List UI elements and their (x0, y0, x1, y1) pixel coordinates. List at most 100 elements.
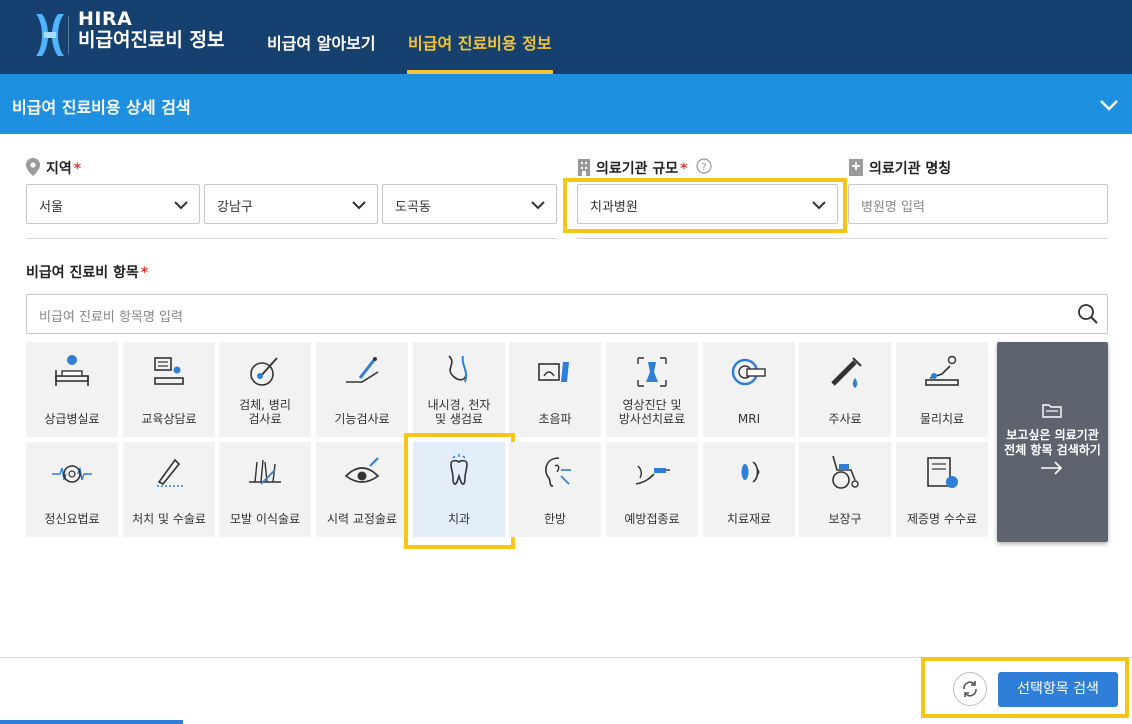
hair-transplant-icon (249, 459, 281, 485)
item-tile-mri[interactable]: MRI (703, 342, 795, 437)
scale-label-text: 의료기관 규모 (596, 161, 679, 177)
item-tile-surgery[interactable]: 처치 및 수술료 (123, 442, 215, 537)
region-dong-value: 도곡동 (395, 200, 431, 215)
item-label: 한방 (543, 512, 567, 526)
building-icon (578, 159, 590, 176)
item-search-placeholder: 비급여 진료비 항목명 입력 (39, 310, 183, 325)
help-icon[interactable]: ? (696, 158, 712, 174)
institution-name-input[interactable]: 병원명 입력 (848, 184, 1108, 224)
consultation-icon (154, 357, 184, 385)
top-header: HIRA 비급여진료비 정보 비급여 알아보기 비급여 진료비용 정보 (0, 0, 1132, 74)
arrow-right-icon (1041, 461, 1063, 475)
region-district-value: 강남구 (217, 200, 253, 215)
item-label: 보장구 (828, 512, 862, 526)
region-district-select[interactable]: 강남구 (204, 184, 378, 224)
item-label: 예방접종료 (624, 512, 680, 526)
item-tile-vaccine[interactable]: 예방접종료 (606, 442, 698, 537)
lens-material-icon (741, 461, 760, 483)
item-label: 내시경, 천자 및 생검료 (427, 398, 491, 426)
mri-icon (731, 358, 766, 386)
required-mark: * (680, 161, 688, 177)
item-label: 검체, 병리 검사료 (239, 398, 291, 426)
items-label-text: 비급여 진료비 항목 (26, 265, 139, 281)
brain-wave-icon (52, 465, 92, 483)
folder-icon (1042, 404, 1062, 418)
chevron-down-icon (352, 201, 366, 210)
chevron-down-icon (174, 201, 188, 210)
physiotherapy-icon (925, 355, 959, 386)
search-selected-button[interactable]: 선택항목 검색 (998, 672, 1118, 707)
item-label: 모발 이식술료 (229, 512, 301, 526)
eye-icon (344, 457, 380, 483)
endoscopy-icon (448, 355, 468, 383)
item-tile-certificate[interactable]: 제증명 수수료 (896, 442, 988, 537)
chevron-down-icon[interactable] (1098, 94, 1120, 116)
function-test-icon (346, 357, 379, 383)
name-label: 의료기관 명칭 (869, 161, 952, 177)
bottom-progress-strip (0, 720, 183, 724)
item-label: 정신요법료 (44, 512, 100, 526)
highlight-scale (563, 178, 847, 233)
items-label: 비급여 진료비 항목 * (26, 262, 148, 282)
item-tile-education[interactable]: 교육상담료 (123, 342, 215, 437)
scale-label: 의료기관 규모 * (596, 158, 687, 178)
item-search-input[interactable]: 비급여 진료비 항목명 입력 (26, 294, 1108, 334)
syringe-icon (831, 357, 862, 388)
all-items-search-label: 보고싶은 의료기관 전체 항목 검색하기 (1004, 428, 1101, 457)
item-tile-endoscopy[interactable]: 내시경, 천자 및 생검료 (413, 342, 505, 437)
item-label: 상급병실료 (44, 412, 100, 426)
item-label: 치료재료 (726, 512, 772, 526)
ear-acupuncture-icon (545, 457, 571, 487)
location-pin-icon (26, 158, 40, 176)
hira-logo-icon (36, 14, 64, 56)
item-tile-injection[interactable]: 주사료 (799, 342, 891, 437)
microscope-icon (250, 357, 278, 386)
hospital-icon (849, 159, 863, 176)
nav-tab-about[interactable]: 비급여 알아보기 (267, 30, 376, 54)
required-mark: * (73, 161, 82, 177)
item-tile-imaging[interactable]: 영상진단 및 방사선치료료 (606, 342, 698, 437)
search-panel-title: 비급여 진료비용 상세 검색 (12, 98, 191, 117)
item-label: 시력 교정술료 (326, 512, 398, 526)
nav-tab-cost-info[interactable]: 비급여 진료비용 정보 (408, 30, 552, 54)
item-tile-psychotherapy[interactable]: 정신요법료 (26, 442, 118, 537)
brand[interactable]: HIRA 비급여진료비 정보 (78, 8, 225, 51)
institution-name-placeholder: 병원명 입력 (861, 200, 925, 215)
item-label: 제증명 수수료 (906, 512, 978, 526)
brand-bottom: 비급여진료비 정보 (78, 28, 225, 51)
search-panel-header[interactable]: 비급여 진료비용 상세 검색 (0, 74, 1132, 134)
chevron-down-icon (531, 201, 545, 210)
all-items-search-button[interactable]: 보고싶은 의료기관 전체 항목 검색하기 (997, 342, 1108, 542)
region-dong-select[interactable]: 도곡동 (382, 184, 557, 224)
region-city-value: 서울 (39, 200, 63, 215)
region-label-text: 지역 (46, 161, 72, 177)
item-tile-materials[interactable]: 치료재료 (703, 442, 795, 537)
item-tile-hair[interactable]: 모발 이식술료 (219, 442, 311, 537)
scalpel-icon (157, 458, 183, 487)
item-tile-aids[interactable]: 보장구 (799, 442, 891, 537)
item-tile-oriental[interactable]: 한방 (509, 442, 601, 537)
item-tile-ward[interactable]: 상급병실료 (26, 342, 118, 437)
item-label: 기능검사료 (334, 412, 390, 426)
item-label: MRI (737, 412, 761, 426)
item-label: 주사료 (828, 412, 862, 426)
wheelchair-icon (832, 455, 859, 489)
item-tile-physio[interactable]: 물리치료 (896, 342, 988, 437)
search-icon[interactable] (1077, 303, 1099, 325)
item-label: 영상진단 및 방사선치료료 (618, 398, 686, 426)
brand-divider (68, 16, 69, 54)
vaccine-icon (635, 465, 670, 485)
item-label: 처치 및 수술료 (132, 512, 206, 526)
item-label: 초음파 (538, 412, 572, 426)
brand-top: HIRA (78, 8, 133, 30)
item-tile-function[interactable]: 기능검사료 (316, 342, 408, 437)
reset-button[interactable] (953, 672, 987, 706)
highlight-dental (404, 433, 515, 549)
item-tile-specimen[interactable]: 검체, 병리 검사료 (219, 342, 311, 437)
hospital-bed-icon (55, 355, 89, 386)
item-label: 물리치료 (919, 412, 965, 426)
divider (26, 238, 557, 239)
item-tile-vision[interactable]: 시력 교정술료 (316, 442, 408, 537)
item-tile-ultrasound[interactable]: 초음파 (509, 342, 601, 437)
region-city-select[interactable]: 서울 (26, 184, 200, 224)
